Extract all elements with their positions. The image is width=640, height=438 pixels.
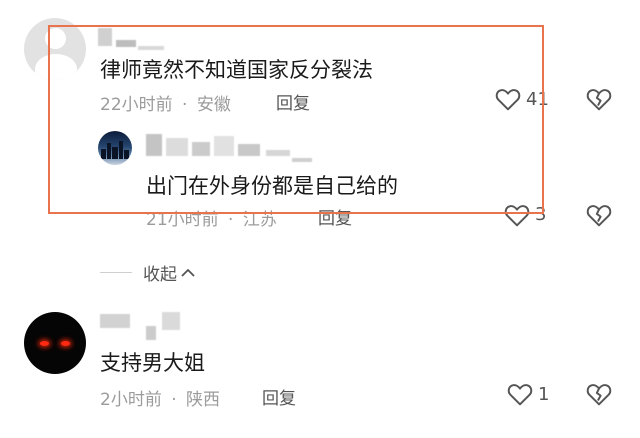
broken-heart-icon[interactable] (586, 203, 612, 227)
collapse-button[interactable]: 收起 (143, 260, 196, 285)
wolf-eye (40, 341, 49, 346)
collapse-label: 收起 (143, 265, 177, 285)
chevron-up-icon (180, 266, 196, 280)
username-blurred[interactable] (100, 312, 190, 342)
comment-meta: 2小时前 · 陕西 (100, 385, 220, 410)
highlight-box (48, 25, 544, 214)
reply-button[interactable]: 回复 (262, 384, 296, 409)
meta-separator: · (171, 390, 177, 410)
comment-time: 2小时前 (100, 390, 162, 410)
heart-outline-icon[interactable] (507, 382, 533, 406)
broken-heart-icon[interactable] (586, 87, 612, 111)
comment-text: 支持男大姐 (100, 351, 205, 375)
like-count: 1 (538, 384, 550, 405)
collapse-divider (100, 272, 132, 273)
blur-block (100, 314, 130, 328)
blur-block (162, 312, 180, 330)
avatar[interactable] (24, 312, 86, 374)
comment-location: 陕西 (186, 390, 221, 410)
wolf-eye (61, 341, 70, 346)
blur-block (146, 326, 156, 340)
broken-heart-icon[interactable] (586, 382, 612, 406)
